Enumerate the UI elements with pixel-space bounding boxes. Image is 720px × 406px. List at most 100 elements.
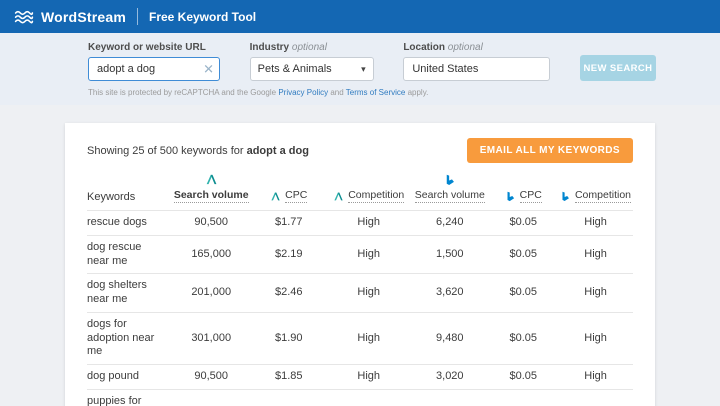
google-search-volume-cell: 301,000 bbox=[171, 312, 251, 364]
chevron-down-icon: ▾ bbox=[361, 64, 366, 75]
keywords-table-body: rescue dogs90,500$1.77High6,240$0.05High… bbox=[87, 211, 633, 406]
bing-cpc-cell: $0.05 bbox=[488, 389, 558, 406]
industry-selected-value: Pets & Animals bbox=[258, 63, 332, 75]
bing-search-volume-cell: 1,500 bbox=[411, 235, 488, 274]
google-ads-icon bbox=[270, 191, 281, 202]
terms-of-service-link[interactable]: Terms of Service bbox=[346, 88, 406, 97]
table-row: dog pound90,500$1.85High3,020$0.05High bbox=[87, 365, 633, 390]
bing-icon bbox=[444, 174, 456, 186]
product-title: Free Keyword Tool bbox=[149, 10, 256, 24]
google-competition-cell: High bbox=[326, 312, 411, 364]
google-cpc-cell: $1.90 bbox=[251, 312, 326, 364]
keyword-input-wrap: ✕ bbox=[88, 57, 220, 81]
email-keywords-button[interactable]: EMAIL ALL MY KEYWORDS bbox=[467, 138, 633, 163]
google-search-volume-cell: 90,500 bbox=[171, 365, 251, 390]
bing-search-volume-label[interactable]: Search volume bbox=[415, 189, 485, 203]
google-search-volume-cell: 110,000 bbox=[171, 389, 251, 406]
bing-icon bbox=[505, 191, 516, 202]
new-search-button[interactable]: NEW SEARCH bbox=[580, 55, 656, 81]
recaptcha-text: This site is protected by reCAPTCHA and … bbox=[88, 88, 278, 97]
industry-label: Industry optional bbox=[250, 42, 374, 53]
google-search-volume-cell: 201,000 bbox=[171, 274, 251, 313]
location-field: Location optional bbox=[403, 42, 550, 81]
bing-search-volume-cell: 3,620 bbox=[411, 274, 488, 313]
privacy-policy-link[interactable]: Privacy Policy bbox=[278, 88, 328, 97]
keyword-input[interactable] bbox=[88, 57, 220, 81]
google-cpc-header: CPC bbox=[251, 173, 326, 211]
bing-search-volume-cell: 3,020 bbox=[411, 365, 488, 390]
table-row: dog rescue near me165,000$2.19High1,500$… bbox=[87, 235, 633, 274]
google-search-volume-cell: 90,500 bbox=[171, 211, 251, 236]
keyword-cell: puppies for adoption near me bbox=[87, 389, 171, 406]
keyword-cell: dogs for adoption near me bbox=[87, 312, 171, 364]
results-summary-text: Showing 25 of 500 keywords for bbox=[87, 145, 247, 157]
google-cpc-label[interactable]: CPC bbox=[285, 189, 307, 203]
bing-competition-cell: High bbox=[558, 235, 633, 274]
google-cpc-cell: $1.77 bbox=[251, 211, 326, 236]
keywords-table: Keywords Search volume CPC bbox=[87, 173, 633, 406]
bing-competition-label[interactable]: Competition bbox=[575, 189, 631, 203]
location-label: Location optional bbox=[403, 42, 550, 53]
bing-cpc-header: CPC bbox=[488, 173, 558, 211]
keyword-cell: dog pound bbox=[87, 365, 171, 390]
bing-cpc-cell: $0.05 bbox=[488, 211, 558, 236]
bing-cpc-cell: $0.05 bbox=[488, 365, 558, 390]
bing-competition-cell: High bbox=[558, 211, 633, 236]
wordstream-logo[interactable]: WordStream bbox=[14, 9, 126, 25]
top-navbar: WordStream Free Keyword Tool bbox=[0, 0, 720, 33]
table-row: rescue dogs90,500$1.77High6,240$0.05High bbox=[87, 211, 633, 236]
google-competition-cell: High bbox=[326, 365, 411, 390]
keyword-field: Keyword or website URL ✕ bbox=[88, 42, 220, 81]
google-cpc-cell: $1.44 bbox=[251, 389, 326, 406]
bing-cpc-cell: $0.05 bbox=[488, 312, 558, 364]
brand-name: WordStream bbox=[41, 9, 126, 25]
google-search-volume-header: Search volume bbox=[171, 173, 251, 211]
table-row: dog shelters near me201,000$2.46High3,62… bbox=[87, 274, 633, 313]
google-competition-cell: High bbox=[326, 274, 411, 313]
results-summary: Showing 25 of 500 keywords for adopt a d… bbox=[87, 145, 309, 157]
results-summary-keyword: adopt a dog bbox=[247, 145, 309, 157]
keywords-column-header: Keywords bbox=[87, 173, 171, 211]
bing-competition-cell: High bbox=[558, 389, 633, 406]
google-competition-cell: High bbox=[326, 235, 411, 274]
bing-competition-header: Competition bbox=[558, 173, 633, 211]
recaptcha-notice: This site is protected by reCAPTCHA and … bbox=[88, 88, 656, 97]
bing-cpc-cell: $0.05 bbox=[488, 274, 558, 313]
bing-competition-cell: High bbox=[558, 365, 633, 390]
google-competition-cell: High bbox=[326, 211, 411, 236]
results-header: Showing 25 of 500 keywords for adopt a d… bbox=[87, 138, 633, 163]
bing-cpc-cell: $0.05 bbox=[488, 235, 558, 274]
google-cpc-cell: $2.19 bbox=[251, 235, 326, 274]
google-competition-cell: High bbox=[326, 389, 411, 406]
bing-competition-cell: High bbox=[558, 312, 633, 364]
bing-search-volume-cell: 50 bbox=[411, 389, 488, 406]
clear-x-icon[interactable]: ✕ bbox=[203, 63, 214, 76]
keyword-cell: dog shelters near me bbox=[87, 274, 171, 313]
keyword-cell: rescue dogs bbox=[87, 211, 171, 236]
keyword-label: Keyword or website URL bbox=[88, 42, 220, 53]
industry-optional-hint: optional bbox=[292, 42, 327, 53]
bing-search-volume-cell: 6,240 bbox=[411, 211, 488, 236]
google-search-volume-label[interactable]: Search volume bbox=[174, 189, 249, 203]
waves-icon bbox=[14, 10, 34, 24]
bing-competition-cell: High bbox=[558, 274, 633, 313]
google-cpc-cell: $1.85 bbox=[251, 365, 326, 390]
bing-search-volume-cell: 9,480 bbox=[411, 312, 488, 364]
recaptcha-text: apply. bbox=[405, 88, 428, 97]
google-competition-header: Competition bbox=[326, 173, 411, 211]
table-row: puppies for adoption near me110,000$1.44… bbox=[87, 389, 633, 406]
table-row: dogs for adoption near me301,000$1.90Hig… bbox=[87, 312, 633, 364]
search-panel: Keyword or website URL ✕ Industry option… bbox=[0, 33, 720, 105]
table-header-row: Keywords Search volume CPC bbox=[87, 173, 633, 211]
bing-search-volume-header: Search volume bbox=[411, 173, 488, 211]
location-input[interactable] bbox=[403, 57, 550, 81]
bing-icon bbox=[560, 191, 571, 202]
recaptcha-text: and bbox=[328, 88, 346, 97]
google-competition-label[interactable]: Competition bbox=[348, 189, 404, 203]
google-ads-icon bbox=[333, 191, 344, 202]
industry-select[interactable]: Pets & Animals ▾ bbox=[250, 57, 374, 81]
bing-cpc-label[interactable]: CPC bbox=[520, 189, 542, 203]
keyword-cell: dog rescue near me bbox=[87, 235, 171, 274]
google-ads-icon bbox=[205, 173, 218, 186]
search-fields: Keyword or website URL ✕ Industry option… bbox=[88, 42, 656, 81]
